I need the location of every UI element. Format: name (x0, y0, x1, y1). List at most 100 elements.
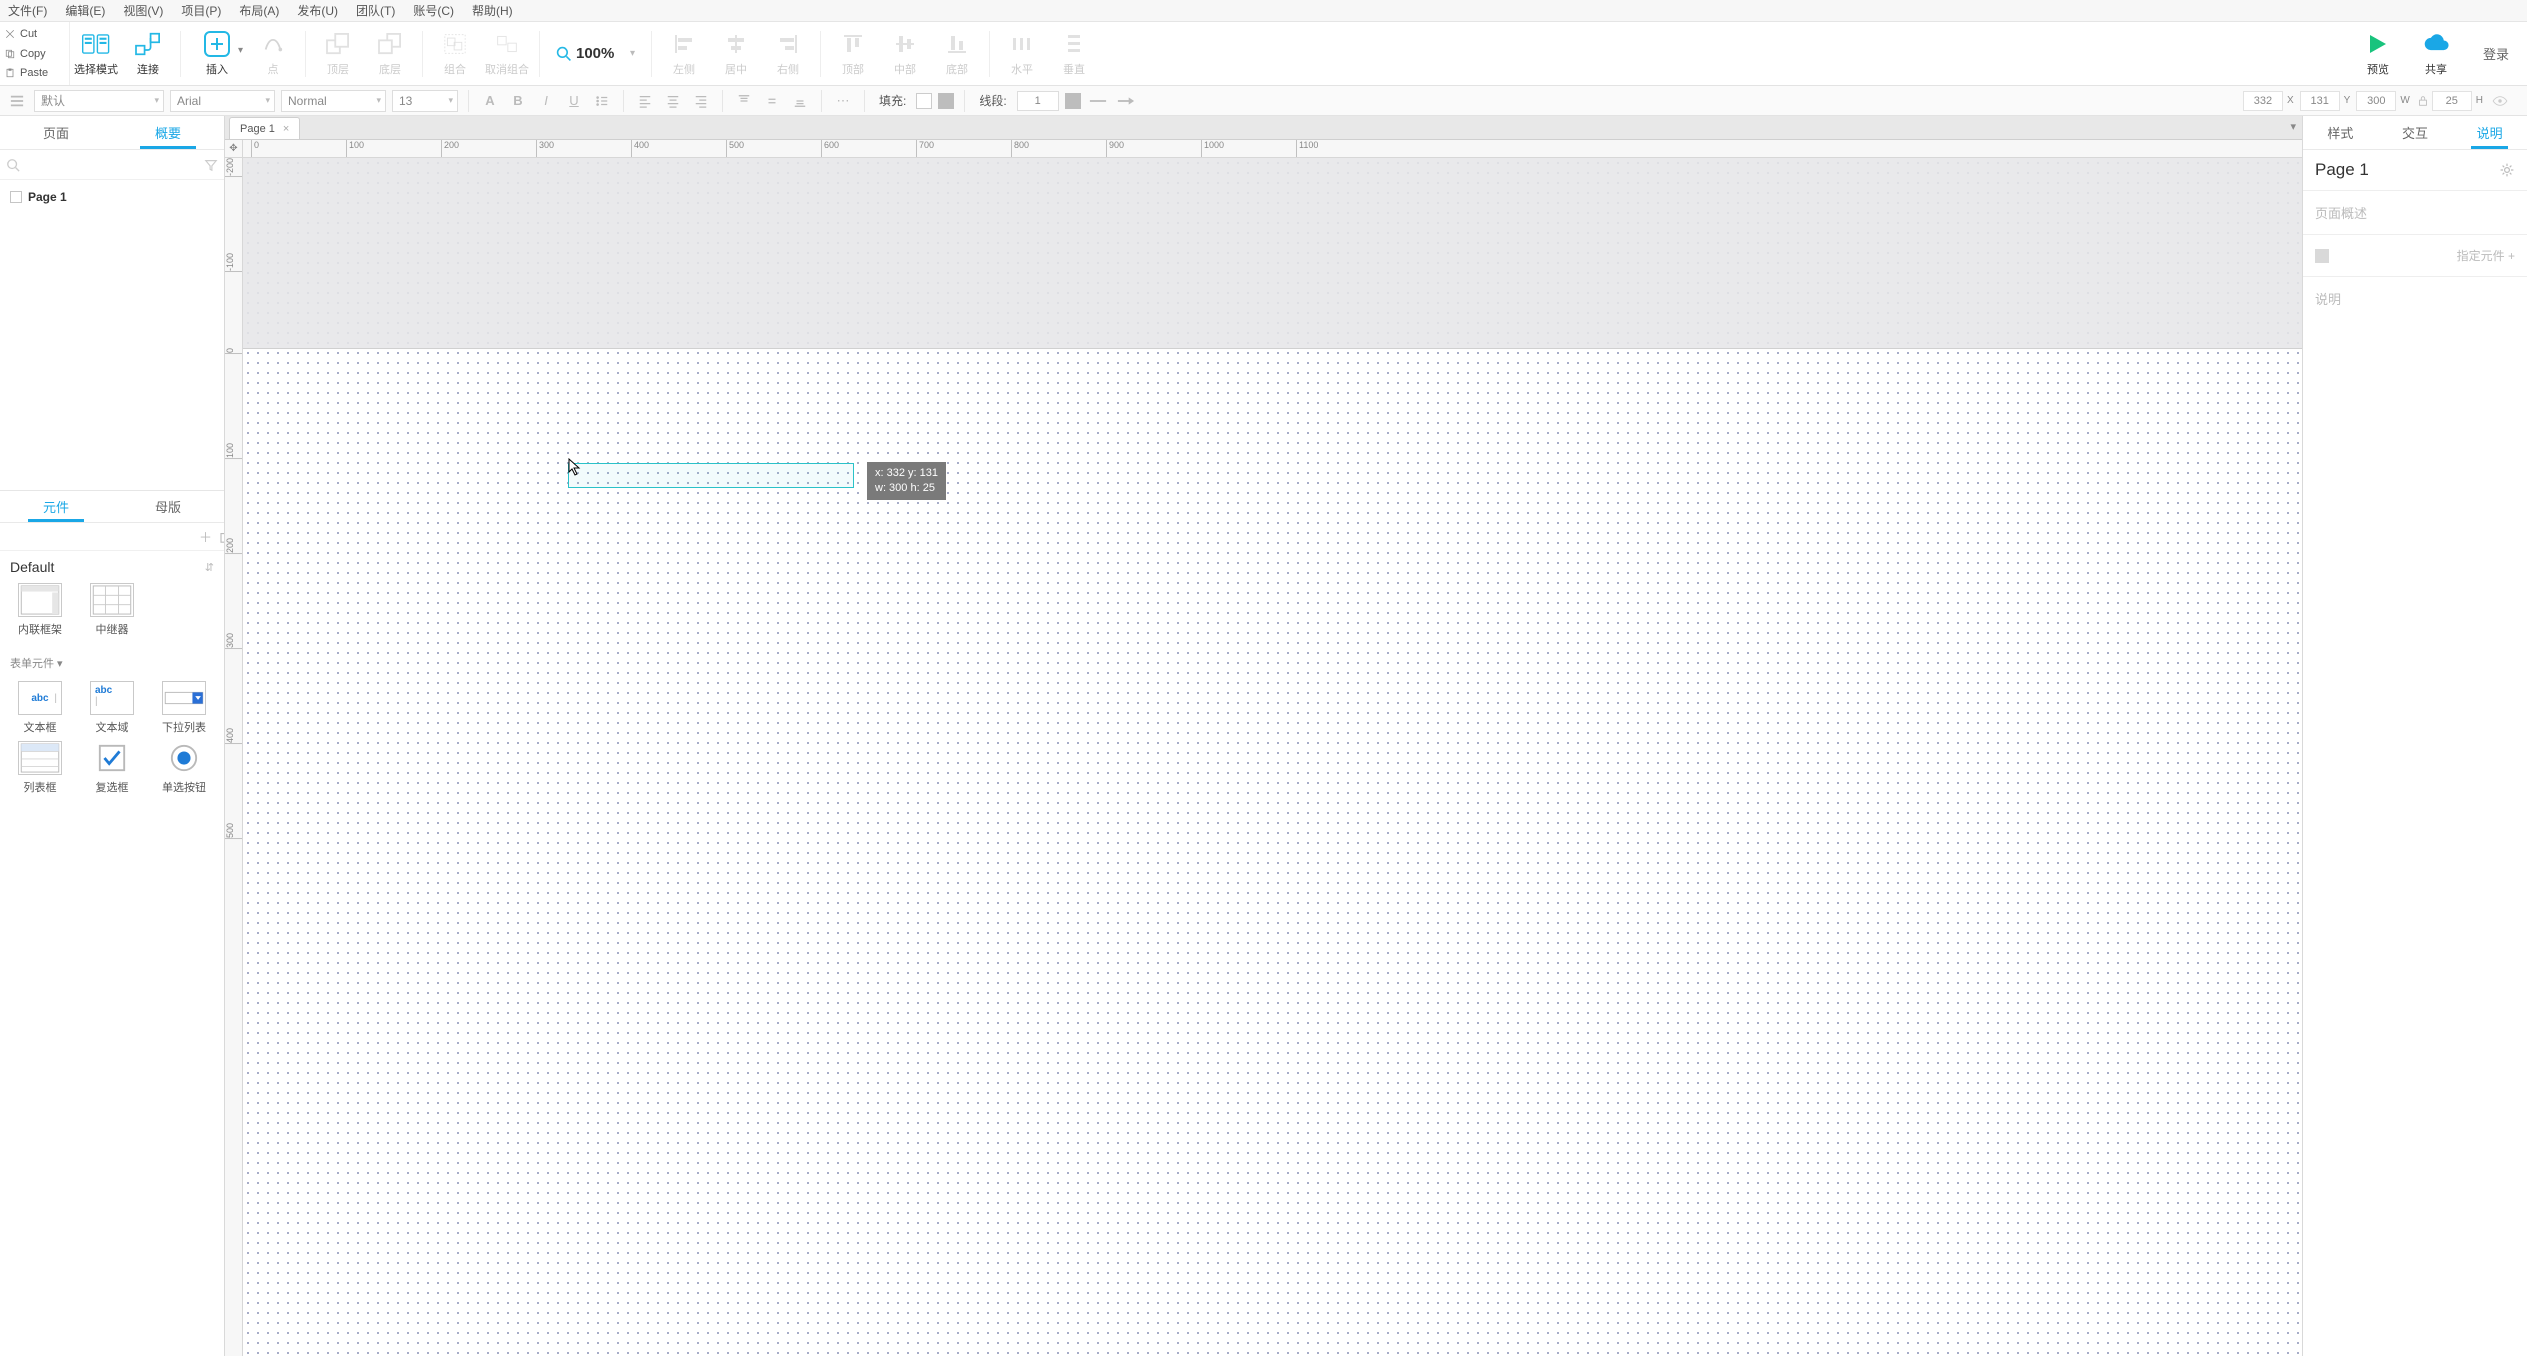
widget-dropdown[interactable]: 下拉列表 (148, 681, 220, 735)
style-select[interactable]: 默认 (34, 90, 164, 112)
menu-publish[interactable]: 发布(U) (297, 2, 338, 19)
menu-help[interactable]: 帮助(H) (472, 2, 513, 19)
tab-outline[interactable]: 概要 (112, 116, 224, 149)
zoom-dropdown-icon[interactable]: ▾ (630, 48, 635, 59)
menu-view[interactable]: 视图(V) (123, 2, 163, 19)
align-left-label: 左侧 (673, 61, 695, 77)
tab-style[interactable]: 样式 (2303, 116, 2378, 149)
widget-listbox[interactable]: 列表框 (4, 741, 76, 795)
fill-swatch-empty[interactable] (916, 93, 932, 109)
v-align-top-icon[interactable] (733, 90, 755, 112)
top-layer-button[interactable]: 顶层 (312, 22, 364, 85)
library-title[interactable]: Default ⇵ (0, 551, 224, 577)
page-overview-block[interactable]: 页面概述 (2303, 190, 2527, 234)
ruler-vertical[interactable]: -200-1000100200300400500 (225, 158, 243, 1356)
menu-account[interactable]: 账号(C) (413, 2, 454, 19)
widget-textarea[interactable]: abc| 文本域 (76, 681, 148, 735)
tab-masters[interactable]: 母版 (112, 491, 224, 522)
paste-action[interactable]: Paste (4, 63, 65, 83)
bold-icon[interactable]: B (507, 90, 529, 112)
outline-search-input[interactable] (26, 158, 198, 172)
w-input[interactable] (2356, 91, 2396, 111)
preview-button[interactable]: 预览 (2355, 30, 2401, 77)
widget-search-input[interactable] (14, 529, 191, 544)
dist-v-button[interactable]: 垂直 (1048, 22, 1100, 85)
widget-textfield[interactable]: abc| 文本框 (4, 681, 76, 735)
outline-node-page1[interactable]: Page 1 (4, 186, 220, 208)
tab-widgets[interactable]: 元件 (0, 491, 112, 522)
more-text-icon[interactable]: ⋯ (832, 90, 854, 112)
add-library-icon[interactable]: ＋ (199, 526, 212, 548)
y-input[interactable] (2300, 91, 2340, 111)
italic-icon[interactable]: I (535, 90, 557, 112)
visibility-icon[interactable] (2489, 90, 2511, 112)
bottom-layer-button[interactable]: 底层 (364, 22, 416, 85)
line-color-swatch[interactable] (1065, 93, 1081, 109)
zoom-control[interactable]: ▾ (556, 45, 635, 62)
h-input[interactable] (2432, 91, 2472, 111)
bullets-icon[interactable] (591, 90, 613, 112)
widget-checkbox[interactable]: 复选框 (76, 741, 148, 795)
align-middle-button[interactable]: 中部 (879, 22, 931, 85)
ruler-tick-h: 300 (536, 140, 554, 157)
cut-action[interactable]: Cut (4, 24, 65, 44)
doc-tab-page1[interactable]: Page 1 × (229, 117, 300, 139)
h-align-left-icon[interactable] (634, 90, 656, 112)
align-center-h-button[interactable]: 居中 (710, 22, 762, 85)
widget-repeater[interactable]: 中继器 (76, 583, 148, 637)
widget-iframe[interactable]: 内联框架 (4, 583, 76, 637)
lock-aspect-icon[interactable] (2416, 90, 2430, 112)
insert-button[interactable]: ▾ 插入 (187, 22, 247, 85)
menu-project[interactable]: 项目(P) (181, 2, 221, 19)
arrow-style-icon[interactable] (1115, 90, 1137, 112)
zoom-input[interactable] (576, 45, 626, 62)
size-select[interactable]: 13 (392, 90, 458, 112)
line-style-icon[interactable] (1087, 90, 1109, 112)
v-align-bottom-icon[interactable] (789, 90, 811, 112)
weight-select[interactable]: Normal (281, 90, 386, 112)
library-folder-icon[interactable] (220, 526, 224, 548)
tab-interactions[interactable]: 交互 (2378, 116, 2453, 149)
font-select[interactable]: Arial (170, 90, 275, 112)
point-button[interactable]: 点 (247, 22, 299, 85)
align-top-button[interactable]: 顶部 (827, 22, 879, 85)
menu-file[interactable]: 文件(F) (8, 2, 47, 19)
login-link[interactable]: 登录 (2483, 44, 2509, 63)
ruler-corner[interactable]: ✥ (225, 140, 243, 158)
share-button[interactable]: 共享 (2413, 30, 2459, 77)
underline-icon[interactable]: U (563, 90, 585, 112)
close-tab-icon[interactable]: × (283, 123, 289, 135)
align-left-button[interactable]: 左侧 (658, 22, 710, 85)
dist-h-icon (1008, 30, 1036, 58)
align-right-button[interactable]: 右侧 (762, 22, 814, 85)
menu-layout[interactable]: 布局(A) (239, 2, 279, 19)
assign-widget-swatch[interactable] (2315, 249, 2329, 263)
ruler-horizontal[interactable]: 010020030040050060070080090010001100 (243, 140, 2302, 158)
style-manager-icon[interactable] (6, 90, 28, 112)
menu-edit[interactable]: 编辑(E) (65, 2, 105, 19)
dist-h-button[interactable]: 水平 (996, 22, 1048, 85)
connect-button[interactable]: 连接 (122, 22, 174, 85)
h-align-right-icon[interactable] (690, 90, 712, 112)
tab-notes[interactable]: 说明 (2452, 116, 2527, 149)
x-input[interactable] (2243, 91, 2283, 111)
select-mode-button[interactable]: 选择模式 (70, 22, 122, 85)
canvas[interactable]: x: 332 y: 131 w: 300 h: 25 (243, 158, 2302, 1356)
align-bottom-button[interactable]: 底部 (931, 22, 983, 85)
group-button[interactable]: 组合 (429, 22, 481, 85)
v-align-middle-icon[interactable] (761, 90, 783, 112)
copy-action[interactable]: Copy (4, 44, 65, 64)
widget-radio[interactable]: 单选按钮 (148, 741, 220, 795)
assign-widget-label[interactable]: 指定元件 + (2457, 247, 2515, 264)
fill-swatch[interactable] (938, 93, 954, 109)
line-width-input[interactable] (1017, 91, 1059, 111)
settings-icon[interactable] (2499, 162, 2515, 178)
tab-pages[interactable]: 页面 (0, 116, 112, 149)
notes-block[interactable]: 说明 (2303, 276, 2527, 320)
h-align-center-icon[interactable] (662, 90, 684, 112)
menu-team[interactable]: 团队(T) (356, 2, 395, 19)
text-color-icon[interactable]: A (479, 90, 501, 112)
filter-icon[interactable] (204, 158, 218, 172)
ungroup-button[interactable]: 取消组合 (481, 22, 533, 85)
tab-overflow-icon[interactable]: ▾ (2290, 120, 2296, 133)
